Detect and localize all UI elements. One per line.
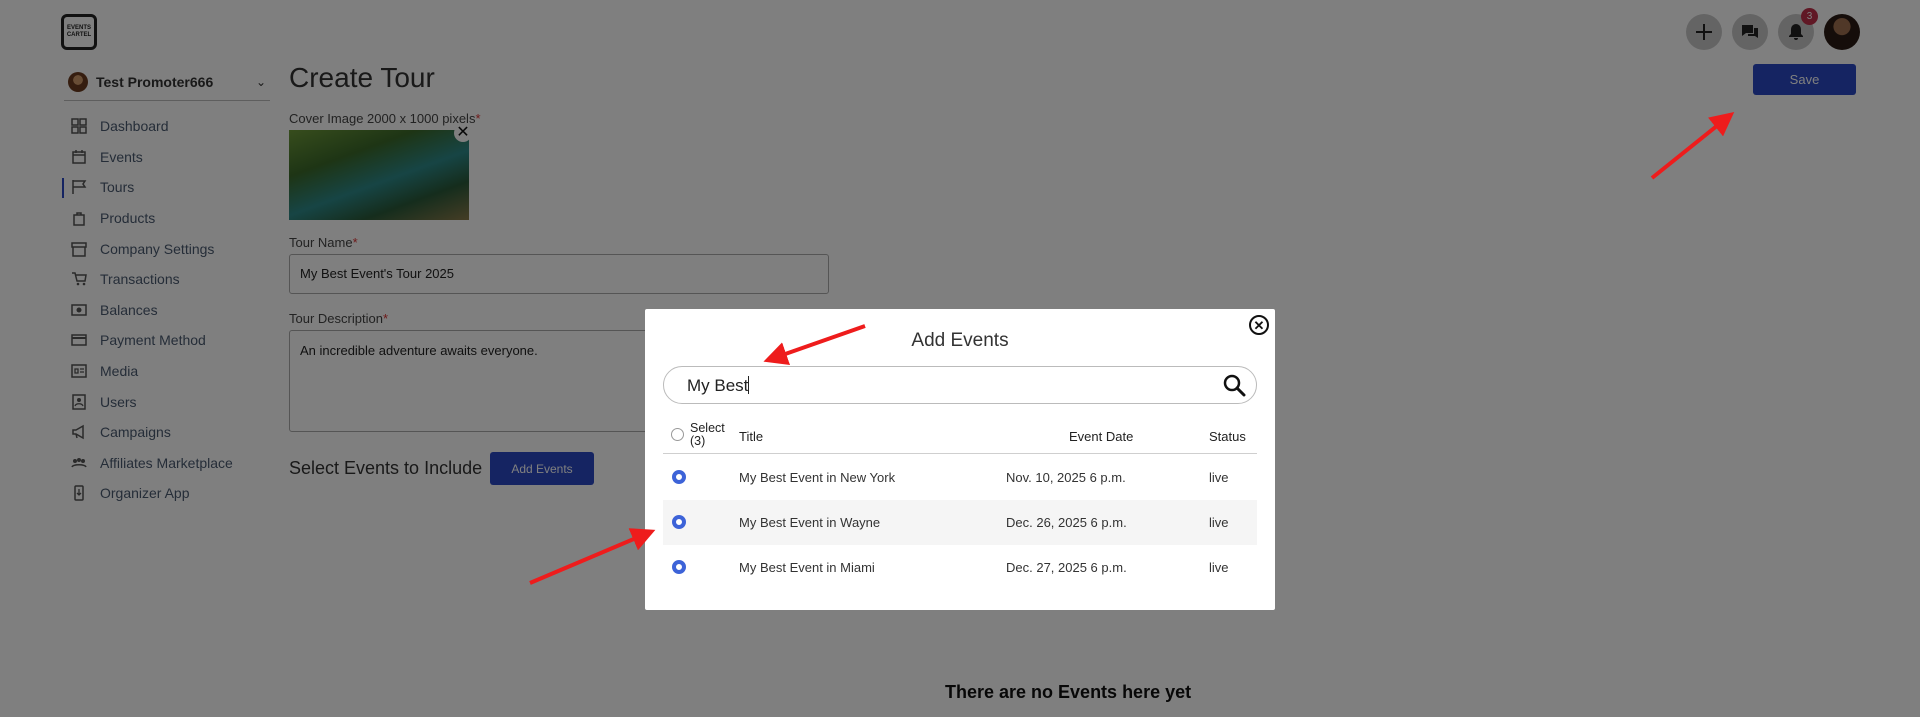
event-date: Nov. 10, 2025 6 p.m. — [1006, 470, 1126, 485]
table-row[interactable]: My Best Event in Miami Dec. 27, 2025 6 p… — [663, 545, 1257, 590]
search-value: My Best — [687, 376, 749, 395]
row-select-radio[interactable] — [672, 470, 686, 484]
add-events-modal: Add Events ✕ My Best Select (3) Title Ev… — [645, 309, 1275, 610]
search-text: My Best — [687, 376, 750, 396]
modal-title: Add Events — [911, 330, 1009, 351]
column-event-date: Event Date — [1069, 429, 1134, 444]
event-date: Dec. 26, 2025 6 p.m. — [1006, 515, 1127, 530]
event-status: live — [1209, 470, 1229, 485]
column-title: Title — [739, 429, 764, 444]
text-caret — [748, 376, 750, 394]
select-all-radio[interactable] — [671, 428, 684, 441]
search-icon[interactable] — [1222, 373, 1246, 397]
event-title: My Best Event in New York — [739, 470, 896, 485]
select-count-label: Select (3) — [690, 421, 725, 448]
event-title: My Best Event in Miami — [739, 560, 875, 575]
event-status: live — [1209, 560, 1229, 575]
column-status: Status — [1209, 429, 1246, 444]
row-select-radio[interactable] — [672, 560, 686, 574]
row-select-radio[interactable] — [672, 515, 686, 529]
events-table-header: Select (3) Title Event Date Status — [663, 422, 1257, 454]
event-date: Dec. 27, 2025 6 p.m. — [1006, 560, 1127, 575]
event-search-input[interactable]: My Best — [663, 366, 1257, 404]
event-status: live — [1209, 515, 1229, 530]
close-icon[interactable]: ✕ — [1249, 315, 1269, 335]
event-title: My Best Event in Wayne — [739, 515, 881, 530]
table-row[interactable]: My Best Event in Wayne Dec. 26, 2025 6 p… — [663, 500, 1257, 545]
table-row[interactable]: My Best Event in New York Nov. 10, 2025 … — [663, 455, 1257, 500]
